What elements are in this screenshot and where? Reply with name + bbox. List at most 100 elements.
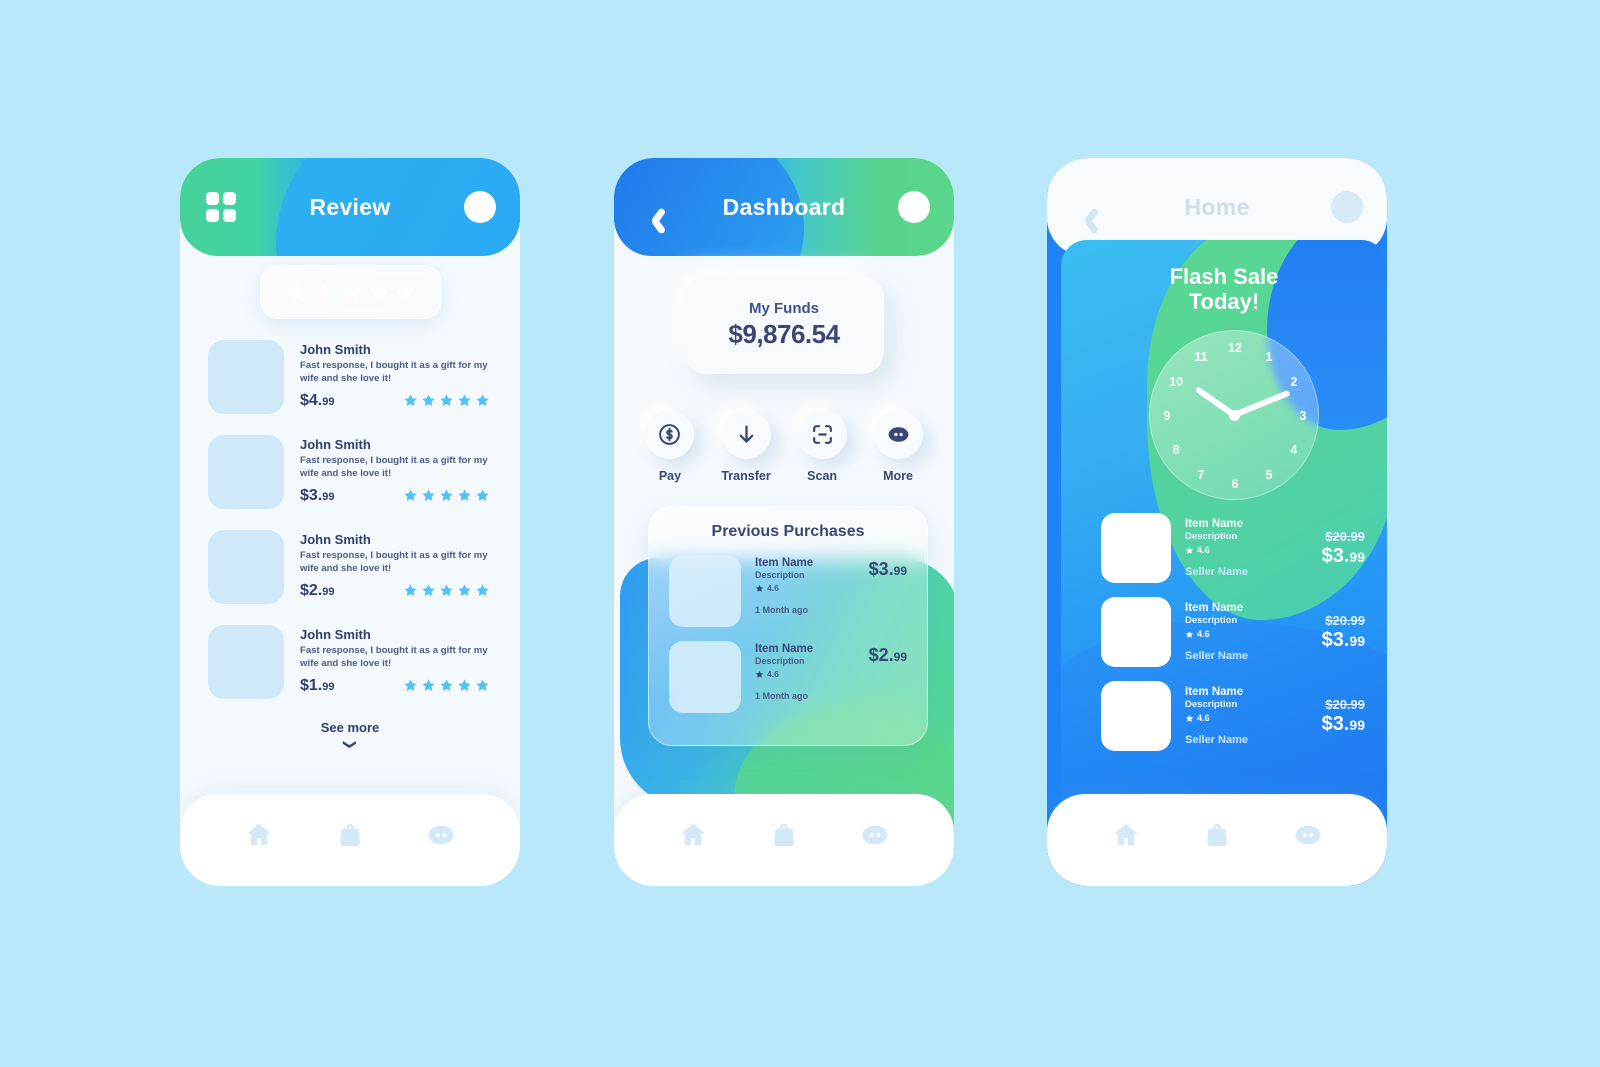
quick-actions: Pay Transfer Scan More bbox=[614, 410, 954, 483]
star-icon bbox=[403, 678, 418, 693]
star-icon bbox=[475, 583, 490, 598]
product-old-price: $20.99 bbox=[1325, 528, 1365, 544]
flash-sale-title-line2: Today! bbox=[1188, 289, 1260, 315]
nav-bag-icon[interactable] bbox=[1202, 820, 1232, 850]
product-seller: Seller Name bbox=[1185, 734, 1248, 746]
product-old-price: $20.99 bbox=[1325, 612, 1365, 628]
product-sale-price: $3.99 bbox=[1321, 628, 1365, 651]
review-thumbnail bbox=[208, 340, 284, 414]
avatar bbox=[464, 191, 496, 223]
overall-rating-pill[interactable] bbox=[260, 265, 442, 319]
quick-action-pay[interactable]: Pay bbox=[645, 410, 695, 483]
nav-bag-icon[interactable] bbox=[769, 820, 799, 850]
purchase-row[interactable]: Item Name Description 4.6 1 Month ago $3… bbox=[649, 555, 927, 627]
my-funds-card[interactable]: My Funds $9,876.54 bbox=[684, 276, 884, 374]
purchase-rating-value: 4.6 bbox=[767, 669, 779, 679]
quick-action-transfer[interactable]: Transfer bbox=[721, 410, 771, 483]
see-more-label: See more bbox=[320, 720, 380, 735]
purchase-description: Description bbox=[755, 570, 805, 580]
purchase-thumbnail bbox=[669, 555, 741, 627]
quick-action-more[interactable]: More bbox=[873, 410, 923, 483]
scan-icon[interactable] bbox=[797, 410, 847, 459]
product-description: Description bbox=[1185, 615, 1238, 626]
previous-purchases-card: Previous Purchases Item Name Description… bbox=[648, 506, 928, 746]
funds-label: My Funds bbox=[749, 300, 819, 317]
grid-icon bbox=[206, 192, 236, 222]
purchase-item-name: Item Name bbox=[755, 643, 814, 655]
previous-purchases-title: Previous Purchases bbox=[711, 523, 865, 540]
dots-icon[interactable] bbox=[873, 410, 923, 459]
clock-minute-hand bbox=[1232, 389, 1291, 418]
product-list: Item Name Description 4.6 Seller Name $2… bbox=[1047, 513, 1387, 765]
review-row[interactable]: John Smith Fast response, I bought it as… bbox=[180, 625, 520, 699]
review-row[interactable]: John Smith Fast response, I bought it as… bbox=[180, 340, 520, 414]
purchase-rating: 4.6 bbox=[755, 669, 855, 679]
nav-more-icon[interactable] bbox=[1293, 820, 1323, 850]
flash-sale-title: Flash Sale Today! bbox=[1061, 264, 1387, 314]
star-icon bbox=[1185, 630, 1194, 638]
star-icon bbox=[457, 678, 472, 693]
review-row[interactable]: John Smith Fast response, I bought it as… bbox=[180, 530, 520, 604]
review-body: John Smith Fast response, I bought it as… bbox=[300, 530, 492, 604]
reviewer-name: John Smith bbox=[300, 342, 371, 357]
profile-avatar-button[interactable] bbox=[464, 191, 496, 223]
product-info: Item Name Description 4.6 Seller Name bbox=[1185, 686, 1308, 746]
purchase-info: Item Name Description 4.6 1 Month ago bbox=[755, 555, 855, 615]
avatar bbox=[898, 191, 930, 223]
star-icon bbox=[439, 488, 454, 503]
star-icon bbox=[403, 488, 418, 503]
star-icon bbox=[341, 282, 362, 303]
nav-more-icon[interactable] bbox=[426, 820, 456, 850]
review-thumbnail bbox=[208, 530, 284, 604]
product-row[interactable]: Item Name Description 4.6 Seller Name $2… bbox=[1047, 513, 1387, 583]
purchase-row[interactable]: Item Name Description 4.6 1 Month ago $2… bbox=[649, 641, 927, 713]
product-name: Item Name bbox=[1185, 686, 1244, 698]
product-description: Description bbox=[1185, 531, 1238, 542]
quick-action-scan[interactable]: Scan bbox=[797, 410, 847, 483]
clock-number: 11 bbox=[1194, 350, 1208, 365]
review-star-rating bbox=[403, 488, 490, 503]
review-footer: $2.99 bbox=[300, 582, 492, 600]
grid-menu-button[interactable] bbox=[206, 192, 236, 222]
star-icon bbox=[755, 670, 764, 678]
nav-home-icon[interactable] bbox=[244, 820, 274, 850]
funds-amount: $9,876.54 bbox=[728, 319, 840, 349]
star-icon bbox=[755, 584, 764, 592]
star-icon bbox=[368, 282, 389, 303]
profile-avatar-button[interactable] bbox=[898, 191, 930, 223]
clock-number: 5 bbox=[1265, 467, 1273, 482]
star-icon bbox=[421, 583, 436, 598]
product-thumbnail bbox=[1101, 597, 1171, 667]
star-icon bbox=[314, 282, 335, 303]
clock-number: 9 bbox=[1163, 409, 1171, 423]
product-rating: 4.6 bbox=[1185, 713, 1308, 723]
nav-home-icon[interactable] bbox=[678, 820, 708, 850]
nav-more-icon[interactable] bbox=[860, 820, 890, 850]
product-row[interactable]: Item Name Description 4.6 Seller Name $2… bbox=[1047, 597, 1387, 667]
product-rating-value: 4.6 bbox=[1197, 545, 1210, 555]
review-price: $3.99 bbox=[300, 486, 335, 504]
product-description: Description bbox=[1185, 699, 1238, 710]
arrow-down-icon[interactable] bbox=[721, 410, 771, 459]
review-footer: $3.99 bbox=[300, 487, 492, 505]
quick-action-label: Pay bbox=[658, 469, 682, 483]
see-more-button[interactable]: See more ❯ bbox=[180, 720, 520, 754]
review-body: John Smith Fast response, I bought it as… bbox=[300, 625, 492, 699]
purchase-price: $2.99 bbox=[868, 645, 907, 665]
reviewer-name: John Smith bbox=[300, 627, 371, 642]
purchase-price: $3.99 bbox=[868, 559, 907, 579]
dollar-circle-icon[interactable] bbox=[645, 410, 695, 459]
phone-screen-home: Home Flash Sale Today! 12 1 2 3 4 5 6 7 8 9 10 11 I… bbox=[1047, 158, 1387, 886]
product-row[interactable]: Item Name Description 4.6 Seller Name $2… bbox=[1047, 681, 1387, 751]
clock-number: 2 bbox=[1290, 375, 1298, 389]
quick-action-label: More bbox=[883, 469, 913, 483]
review-row[interactable]: John Smith Fast response, I bought it as… bbox=[180, 435, 520, 509]
profile-avatar-button[interactable] bbox=[1331, 191, 1363, 223]
nav-home-icon[interactable] bbox=[1111, 820, 1141, 850]
star-icon bbox=[403, 393, 418, 408]
page-title: Dashboard bbox=[722, 193, 846, 220]
review-price: $4.99 bbox=[300, 391, 335, 409]
purchase-list: Item Name Description 4.6 1 Month ago $3… bbox=[649, 555, 927, 713]
nav-bag-icon[interactable] bbox=[335, 820, 365, 850]
page-title: Home bbox=[1184, 193, 1250, 220]
